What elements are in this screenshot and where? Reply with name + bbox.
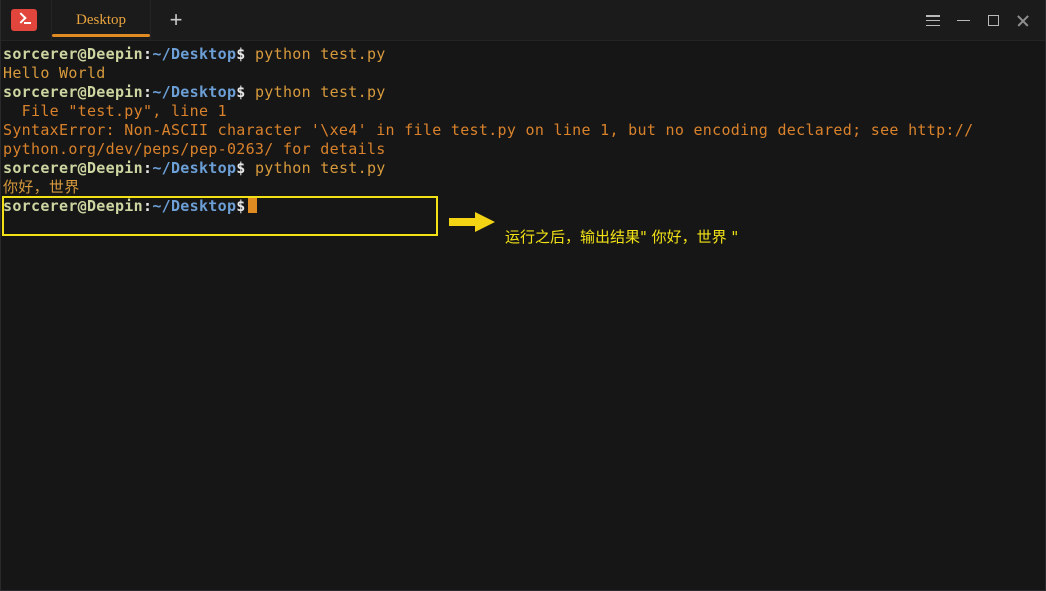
prompt-dollar: $ (236, 159, 246, 177)
prompt-path: ~/Desktop (152, 83, 237, 101)
terminal-underscore-icon (24, 22, 31, 24)
hamburger-menu-icon[interactable] (919, 7, 947, 35)
terminal-command: python test.py (245, 83, 386, 101)
prompt-user-host: sorcerer@Deepin (3, 159, 143, 177)
prompt-colon: : (142, 45, 153, 63)
terminal-line: sorcerer@Deepin:~/Desktop$ python test.p… (3, 45, 1045, 64)
block-cursor (247, 198, 257, 213)
minimize-glyph (956, 19, 970, 22)
prompt-user-host: sorcerer@Deepin (3, 45, 143, 63)
prompt-user-host: sorcerer@Deepin (3, 83, 143, 101)
maximize-glyph (987, 15, 999, 26)
close-icon[interactable] (1009, 7, 1037, 35)
terminal-line: Hello World (3, 64, 106, 82)
terminal-line: 你好，世界 (3, 178, 80, 196)
tab-strip: Desktop + (51, 0, 201, 41)
maximize-icon[interactable] (979, 7, 1007, 35)
terminal-line: sorcerer@Deepin:~/Desktop$ python test.p… (3, 83, 1045, 102)
prompt-path: ~/Desktop (152, 45, 237, 63)
terminal-line: sorcerer@Deepin:~/Desktop$ python test.p… (3, 159, 1045, 178)
prompt-colon: : (142, 83, 153, 101)
prompt-path: ~/Desktop (152, 159, 237, 177)
prompt-colon: : (142, 197, 153, 215)
prompt-path: ~/Desktop (152, 197, 237, 215)
prompt-dollar: $ (236, 45, 246, 63)
terminal-line: SyntaxError: Non-ASCII character '\xe4' … (3, 121, 974, 139)
prompt-colon: : (142, 159, 153, 177)
titlebar: Desktop + (1, 0, 1045, 41)
tab-desktop-label: Desktop (76, 11, 126, 28)
minimize-icon[interactable] (949, 7, 977, 35)
window-controls (919, 0, 1037, 41)
terminal-command: python test.py (245, 159, 386, 177)
terminal-icon (11, 9, 37, 31)
annotation-note: 运行之后，输出结果" 你好，世界 " (505, 228, 739, 246)
terminal-command: python test.py (245, 45, 386, 63)
terminal-line: File "test.py", line 1 (3, 102, 227, 120)
prompt-dollar: $ (236, 197, 246, 215)
tab-desktop[interactable]: Desktop (51, 0, 151, 41)
terminal-output-area[interactable]: sorcerer@Deepin:~/Desktop$ python test.p… (1, 41, 1045, 590)
prompt-dollar: $ (236, 83, 246, 101)
terminal-line: sorcerer@Deepin:~/Desktop$ (3, 197, 1045, 216)
terminal-line: python.org/dev/peps/pep-0263/ for detail… (3, 140, 386, 158)
prompt-user-host: sorcerer@Deepin (3, 197, 143, 215)
plus-icon: + (169, 7, 183, 32)
new-tab-button[interactable]: + (151, 0, 201, 41)
hamburger-glyph (926, 15, 940, 26)
terminal-window: Desktop + sorcerer@Deepin:~/Desktop$ pyt… (0, 0, 1046, 591)
